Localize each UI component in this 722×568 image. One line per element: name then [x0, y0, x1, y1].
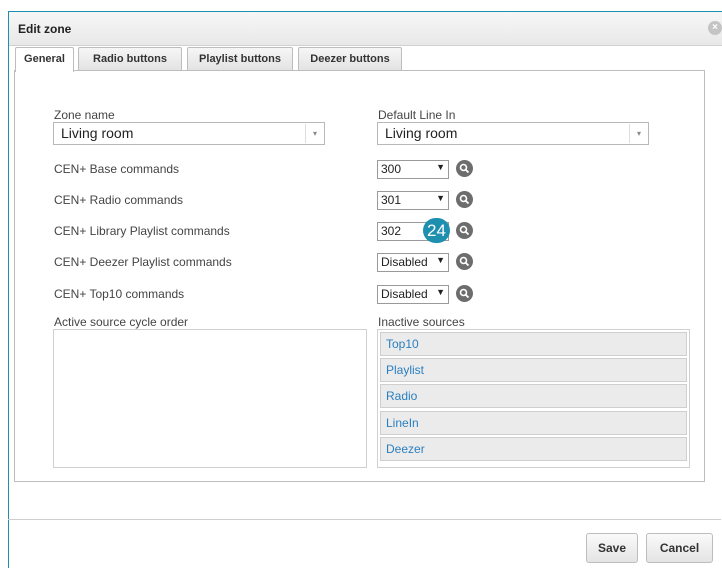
inactive-source-item[interactable]: LineIn	[380, 411, 687, 435]
default-line-in-label: Default Line In	[378, 108, 456, 122]
tab-deezer-buttons[interactable]: Deezer buttons	[298, 47, 402, 71]
default-line-in-value: Living room	[385, 125, 458, 141]
search-icon[interactable]	[456, 191, 473, 208]
radio-commands-value: 301	[381, 193, 402, 207]
search-icon[interactable]	[456, 160, 473, 177]
deezer-playlist-commands-label: CEN+ Deezer Playlist commands	[54, 255, 232, 269]
library-playlist-commands-label: CEN+ Library Playlist commands	[54, 224, 230, 238]
chevron-down-icon: ▼	[436, 193, 445, 203]
radio-commands-label: CEN+ Radio commands	[54, 193, 184, 207]
radio-commands-select[interactable]: 301 ▼	[377, 191, 449, 210]
active-sources-list[interactable]	[53, 329, 367, 468]
base-commands-label: CEN+ Base commands	[54, 162, 180, 176]
deezer-playlist-commands-value: Disabled	[381, 255, 428, 269]
chevron-down-icon: ▼	[436, 287, 445, 297]
top10-commands-select[interactable]: Disabled ▼	[377, 285, 449, 304]
footer-divider	[8, 519, 721, 520]
inactive-sources-label: Inactive sources	[378, 315, 465, 329]
zone-name-select[interactable]: Living room ▾	[53, 122, 325, 145]
close-icon[interactable]: ×	[708, 21, 722, 35]
inactive-source-item[interactable]: Top10	[380, 332, 687, 356]
chevron-down-icon: ▾	[305, 124, 324, 143]
tab-general[interactable]: General	[15, 47, 74, 72]
search-icon[interactable]	[456, 222, 473, 239]
inactive-source-item[interactable]: Deezer	[380, 437, 687, 461]
tab-radio-buttons[interactable]: Radio buttons	[78, 47, 182, 71]
callout-badge: 24	[423, 218, 450, 243]
inactive-source-item[interactable]: Playlist	[380, 358, 687, 382]
top10-commands-value: Disabled	[381, 287, 428, 301]
search-icon[interactable]	[456, 285, 473, 302]
base-commands-select[interactable]: 300 ▼	[377, 160, 449, 179]
deezer-playlist-commands-select[interactable]: Disabled ▼	[377, 253, 449, 272]
dialog-titlebar: Edit zone ×	[9, 12, 722, 46]
library-playlist-commands-value: 302	[381, 224, 402, 238]
search-icon[interactable]	[456, 253, 473, 270]
cancel-button[interactable]: Cancel	[646, 533, 713, 563]
chevron-down-icon: ▾	[629, 124, 648, 143]
save-button[interactable]: Save	[586, 533, 638, 563]
default-line-in-select[interactable]: Living room ▾	[377, 122, 649, 145]
base-commands-value: 300	[381, 162, 402, 176]
tab-playlist-buttons[interactable]: Playlist buttons	[187, 47, 293, 71]
inactive-sources-list: Top10 Playlist Radio LineIn Deezer	[377, 329, 690, 468]
dialog-title: Edit zone	[18, 22, 72, 36]
chevron-down-icon: ▼	[436, 162, 445, 172]
zone-name-value: Living room	[61, 125, 134, 141]
chevron-down-icon: ▼	[436, 255, 445, 265]
top10-commands-label: CEN+ Top10 commands	[54, 287, 185, 301]
zone-name-label: Zone name	[54, 108, 115, 122]
inactive-source-item[interactable]: Radio	[380, 384, 687, 408]
active-sources-label: Active source cycle order	[54, 315, 189, 329]
